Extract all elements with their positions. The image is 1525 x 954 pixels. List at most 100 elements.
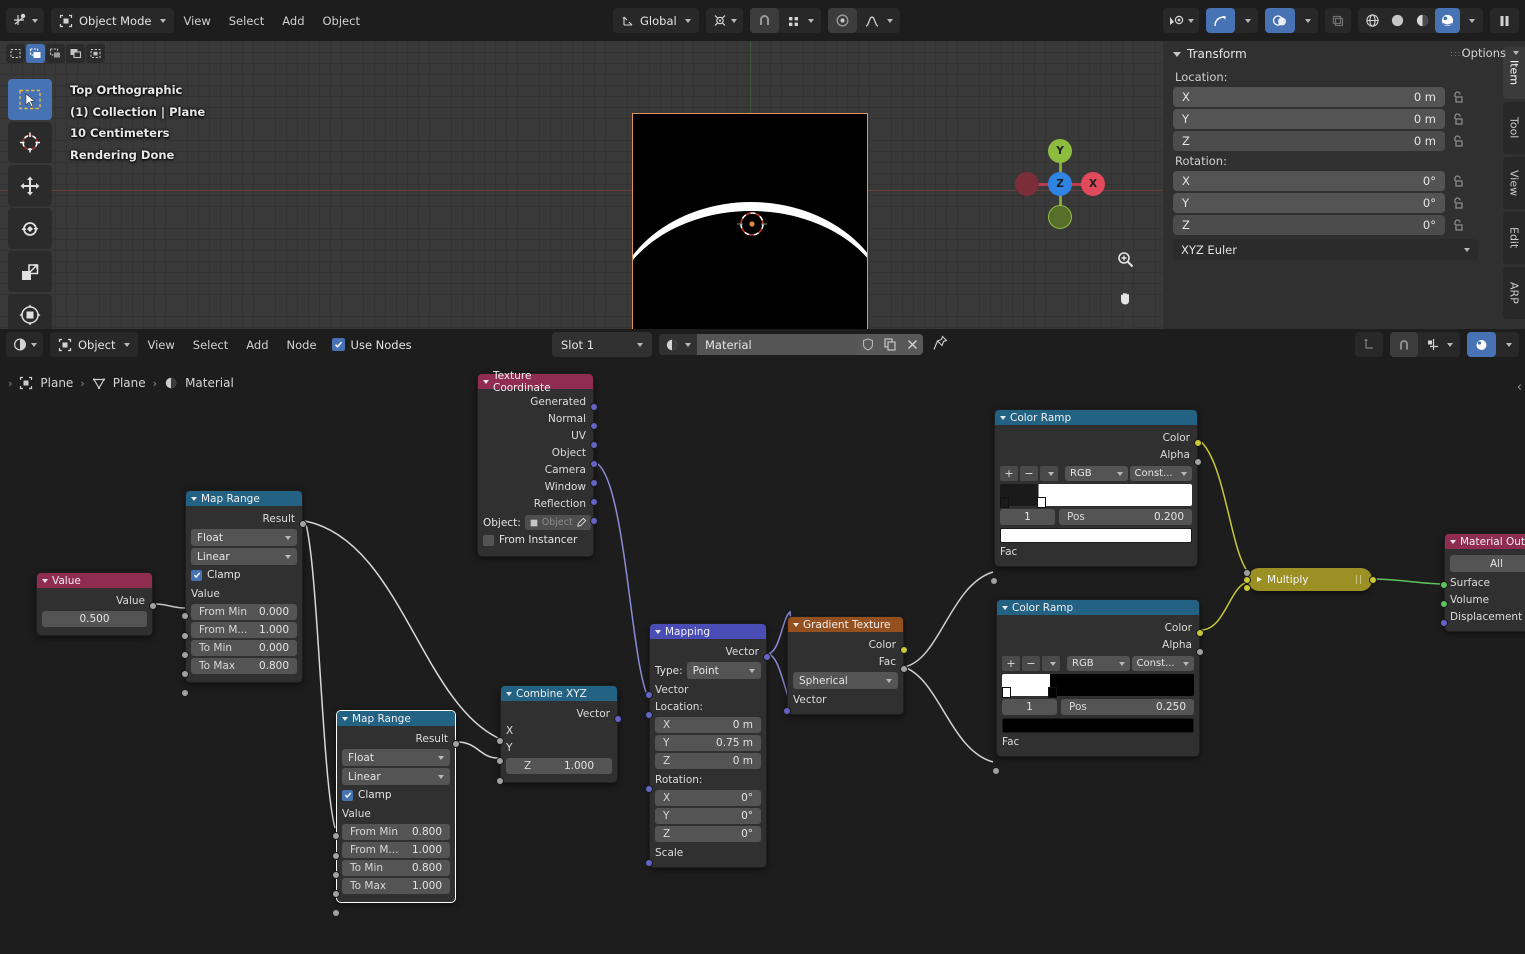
socket-result-out[interactable] [299,520,307,528]
collapse-icon[interactable] [342,716,348,721]
select-mode-subtract[interactable] [46,44,65,63]
pin-button[interactable] [933,335,948,354]
from-instancer-checkbox[interactable]: From Instancer [483,532,588,548]
socket-alpha-out[interactable] [1194,458,1202,466]
socket-object[interactable] [590,460,598,468]
remove-stop-button[interactable]: − [1020,466,1038,481]
ramp-pos-field[interactable]: Pos 0.250 [1061,699,1194,715]
node-map-range-2[interactable]: Map Range Result Float Linear Clamp Valu… [332,710,460,917]
lock-icon[interactable] [1451,218,1465,232]
overlays-toggle[interactable] [1265,8,1295,33]
breadcrumb-mesh[interactable]: Plane [113,376,146,390]
node-header[interactable]: Combine XYZ [501,686,617,701]
expand-icon[interactable]: ▸ [1257,574,1262,585]
socket-color-out[interactable] [1196,629,1204,637]
object-field[interactable]: Object [524,515,591,530]
collapse-icon[interactable] [1002,605,1008,610]
node-snap-button[interactable] [1355,332,1383,357]
lock-icon[interactable] [1451,112,1465,126]
socket-from-min[interactable] [332,852,340,860]
to-min-field[interactable]: To Min 0.000 [191,640,297,656]
menu-view[interactable]: View [174,8,219,33]
snap-to-selector[interactable] [778,8,821,33]
socket-surface-in[interactable] [1440,581,1448,589]
socket-displacement-in[interactable] [1440,619,1448,627]
socket-vector-in[interactable] [645,691,653,699]
socket-x-in[interactable] [496,737,504,745]
sidebar-tab-arp[interactable]: ARP [1503,267,1525,319]
socket-window[interactable] [590,498,598,506]
collapse-icon[interactable] [42,578,48,583]
rotation-mode-select[interactable]: XYZ Euler [1173,239,1478,260]
node-map-range-1[interactable]: Map Range Result Float Linear Clamp Valu… [181,490,307,697]
shading-solid-button[interactable] [1385,8,1410,33]
shading-material-button[interactable] [1410,8,1435,33]
socket-value-in[interactable] [181,612,189,620]
value-input[interactable]: 0.500 [42,611,147,627]
pivot-point-selector[interactable] [705,8,743,33]
node-magnet-toggle[interactable] [1390,332,1418,357]
interpolation-select[interactable]: Const... [1129,466,1192,481]
socket-from-min[interactable] [181,632,189,640]
ramp-pos-field[interactable]: Pos 0.200 [1059,509,1192,525]
data-type-select[interactable]: Float [342,749,450,766]
fake-user-button[interactable] [857,334,879,355]
tool-move[interactable] [8,165,52,206]
rotation-x-field[interactable]: X 0° [655,790,761,806]
node-header[interactable]: Gradient Texture [788,617,903,632]
node-color-ramp-2[interactable]: Color Ramp Color Alpha + − RGB Const... [992,599,1204,775]
socket-uv[interactable] [590,441,598,449]
color-mode-select[interactable]: RGB [1065,466,1128,481]
node-header[interactable]: Material Outp [1445,534,1525,549]
socket-color-out[interactable] [900,646,908,654]
from-max-field[interactable]: From M... 1.000 [342,842,450,858]
shader-menu-view[interactable]: View [138,332,183,357]
unlink-material-button[interactable] [901,334,923,355]
node-material-output[interactable]: Material Outp All Surface Volume Displac… [1440,533,1525,632]
node-mapping[interactable]: Mapping Vector Type: Point Vector Locati… [645,623,771,868]
select-mode-set[interactable] [6,44,25,63]
socket-multiply-out[interactable] [1369,576,1377,584]
socket-rotation-in[interactable] [645,785,653,793]
tool-rotate[interactable] [8,208,52,249]
menu-select[interactable]: Select [220,8,273,33]
material-slot-selector[interactable]: Slot 1 [552,332,652,357]
select-mode-extend[interactable] [26,44,45,63]
shading-options[interactable] [1460,8,1481,33]
ramp-menu-button[interactable] [1040,466,1058,481]
collapse-icon[interactable] [191,496,197,501]
ramp-menu-button[interactable] [1042,656,1060,671]
overlays-options[interactable] [1295,8,1318,33]
gizmo-axis-neg-y[interactable] [1048,205,1072,229]
location-y-field[interactable]: Y 0 m [1173,109,1445,129]
to-min-field[interactable]: To Min 0.800 [342,860,450,876]
snap-magnet-toggle[interactable] [749,8,779,33]
gizmo-axis-x[interactable]: X [1081,172,1105,196]
ramp-stop-0[interactable] [1000,497,1009,508]
socket-to-max[interactable] [181,689,189,697]
socket-result-out[interactable] [452,740,460,748]
socket-from-max[interactable] [181,651,189,659]
material-browse-button[interactable] [659,334,697,355]
sidebar-tab-edit[interactable]: Edit [1503,212,1525,264]
socket-scale-in[interactable] [645,859,653,867]
sidebar-toggle-arrow[interactable]: ‹ [1517,380,1522,395]
from-min-field[interactable]: From Min 0.800 [342,824,450,840]
shader-menu-add[interactable]: Add [237,332,277,357]
location-z-field[interactable]: Z 0 m [1173,131,1445,151]
socket-z-in[interactable] [496,777,504,785]
node-header[interactable]: Value [37,573,152,588]
shader-node-editor[interactable]: › Plane › Plane › Material Value Value 0… [0,360,1525,954]
node-color-ramp-1[interactable]: Color Ramp Color Alpha + − RGB Const... [990,409,1202,585]
shader-editor-type[interactable] [6,332,43,357]
ramp-stop-1[interactable] [1048,687,1057,698]
socket-camera[interactable] [590,479,598,487]
socket-vector-out[interactable] [614,715,622,723]
lock-icon[interactable] [1451,90,1465,104]
socket-to-min[interactable] [181,670,189,678]
use-nodes-checkbox[interactable]: Use Nodes [331,338,412,352]
gizmo-toggle[interactable] [1206,8,1235,33]
collapse-icon[interactable] [655,629,661,634]
zoom-button[interactable] [1112,246,1139,273]
clamp-checkbox[interactable]: Clamp [191,567,297,583]
